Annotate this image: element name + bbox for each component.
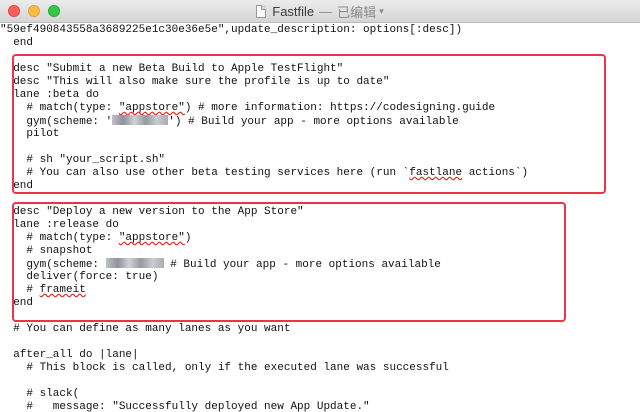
text-editor-window: Fastfile — 已编辑 ▾ "59ef490843558a3689225e… (0, 0, 640, 412)
code-line: # message: "Successfully deployed new Ap… (0, 401, 370, 412)
release-lane-highlight-box (12, 202, 566, 322)
title-bar: Fastfile — 已编辑 ▾ (0, 0, 640, 23)
code-editor[interactable]: "59ef490843558a3689225e1c30e36e5e",updat… (0, 22, 640, 412)
code-line: # This block is called, only if the exec… (0, 362, 449, 374)
code-line: after_all do |lane| (0, 349, 139, 361)
code-line: # You can define as many lanes as you wa… (0, 323, 291, 335)
title-separator: — (319, 3, 333, 19)
window-title[interactable]: Fastfile — 已编辑 ▾ (0, 0, 640, 22)
code-line: "59ef490843558a3689225e1c30e36e5e",updat… (0, 24, 463, 36)
chevron-down-icon[interactable]: ▾ (379, 6, 384, 17)
beta-lane-highlight-box (12, 54, 606, 194)
edited-status: 已编辑 (337, 4, 377, 20)
code-line: # slack( (0, 388, 80, 400)
code-line: end (0, 37, 34, 49)
document-icon (256, 4, 267, 18)
file-name: Fastfile (272, 3, 315, 19)
